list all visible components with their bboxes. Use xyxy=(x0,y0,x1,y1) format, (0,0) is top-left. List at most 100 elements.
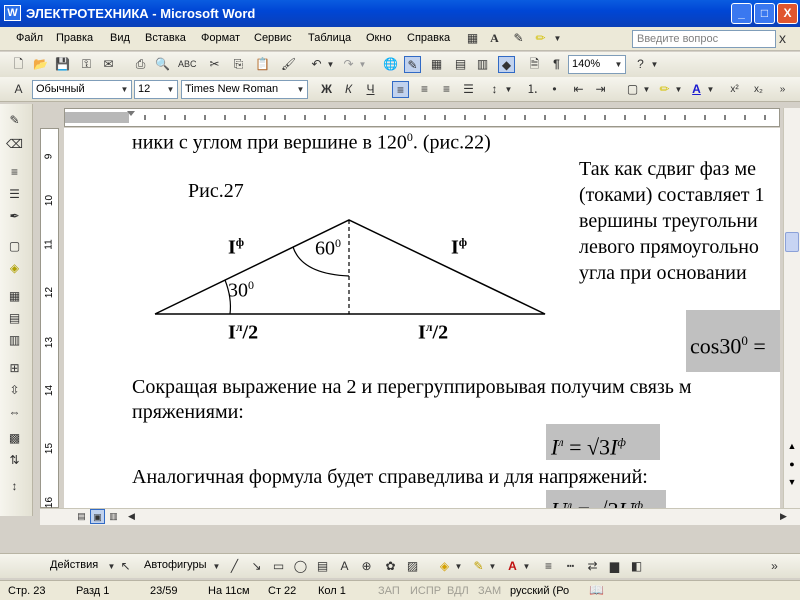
permission-icon[interactable]: ⚿ xyxy=(78,56,95,73)
insert-excel-icon[interactable]: ▤ xyxy=(452,56,469,73)
show-formatting-icon[interactable]: ¶ xyxy=(548,56,565,73)
3d-icon[interactable]: ◧ xyxy=(628,558,645,575)
next-page-icon[interactable]: ▼ xyxy=(785,474,799,490)
styles-pane-icon[interactable]: A xyxy=(10,81,27,98)
text-box-icon[interactable]: ▤ xyxy=(314,558,331,575)
font-select[interactable]: Times New Roman ▼ xyxy=(181,80,308,99)
numbering-icon[interactable]: ⒈ xyxy=(524,81,541,98)
bullets-icon[interactable]: • xyxy=(546,81,563,98)
decrease-indent-icon[interactable]: ⇤ xyxy=(570,81,587,98)
text-direction-icon[interactable]: ⇅ xyxy=(6,452,23,469)
paste-icon[interactable]: 📋 xyxy=(254,56,271,73)
font-size-up-icon[interactable]: A xyxy=(486,30,503,47)
insert-table-icon[interactable]: ▦ xyxy=(428,56,445,73)
minimize-button[interactable]: _ xyxy=(731,3,752,24)
chevron-down-icon[interactable]: ▼ xyxy=(208,558,225,575)
zoom-select[interactable]: 140% ▼ xyxy=(568,55,626,74)
select-pointer-icon[interactable]: ↖ xyxy=(117,558,134,575)
menu-format[interactable]: Формат xyxy=(201,32,240,44)
title-bar[interactable]: W ЭЛЕКТРОТЕХНИКА - Microsoft Word _ □ X xyxy=(0,0,800,27)
menu-window[interactable]: Окно xyxy=(366,32,392,44)
chevron-down-icon[interactable]: ▼ xyxy=(670,81,687,98)
line-weight-icon[interactable]: ☰ xyxy=(6,186,23,203)
menu-help[interactable]: Справка xyxy=(407,32,450,44)
wordart-icon[interactable]: A xyxy=(336,558,353,575)
align-center-icon[interactable]: ≡ xyxy=(416,81,433,98)
italic-button[interactable]: К xyxy=(340,81,357,98)
previous-page-icon[interactable]: ▲ xyxy=(785,438,799,454)
style-select[interactable]: Обычный ▼ xyxy=(32,80,132,99)
align-left-icon[interactable]: ≡ xyxy=(392,81,409,98)
normal-view-icon[interactable]: ▤ xyxy=(74,509,89,524)
superscript-icon[interactable]: x² xyxy=(726,81,743,98)
vertical-ruler[interactable]: 9 10 11 12 13 14 15 16 xyxy=(40,128,59,508)
dash-style-icon[interactable]: ┅ xyxy=(562,558,579,575)
vertical-scrollbar[interactable]: ▲ ● ▼ xyxy=(783,108,800,508)
increase-indent-icon[interactable]: ⇥ xyxy=(592,81,609,98)
shadow-icon[interactable]: ▆ xyxy=(606,558,623,575)
insert-table-icon[interactable]: ▦ xyxy=(464,30,481,47)
status-track[interactable]: ИСПР xyxy=(410,585,441,597)
sort-icon[interactable]: ↕ xyxy=(6,478,23,495)
chevron-down-icon[interactable]: ▼ xyxy=(638,81,655,98)
pen-check-icon[interactable]: ✎ xyxy=(510,30,527,47)
pencil-icon[interactable]: ✎ xyxy=(6,112,23,129)
chevron-down-icon[interactable]: ▼ xyxy=(518,558,535,575)
columns-icon[interactable]: ▥ xyxy=(474,56,491,73)
menu-view[interactable]: Вид xyxy=(110,32,130,44)
chevron-down-icon[interactable]: ▼ xyxy=(500,81,517,98)
chevron-down-icon[interactable]: ▼ xyxy=(702,81,719,98)
table-autoformat-icon[interactable]: ▩ xyxy=(6,430,23,447)
split-cells-icon[interactable]: ▥ xyxy=(6,332,23,349)
distribute-cols-icon[interactable]: ⇔ xyxy=(6,404,23,421)
document-map-icon[interactable]: 🗎 xyxy=(526,56,543,73)
menu-tools[interactable]: Сервис xyxy=(254,32,292,44)
subscript-icon[interactable]: x₂ xyxy=(750,81,767,98)
eraser-icon[interactable]: ⌫ xyxy=(6,136,23,153)
bold-button[interactable]: Ж xyxy=(318,81,335,98)
autoshapes-menu[interactable]: Автофигуры xyxy=(144,559,207,571)
distribute-rows-icon[interactable]: ⇳ xyxy=(6,382,23,399)
toolbar-options-icon[interactable]: » xyxy=(766,558,783,575)
arrow-tool-icon[interactable]: ↘ xyxy=(248,558,265,575)
scroll-right-icon[interactable]: ▶ xyxy=(776,509,791,524)
border-color-icon[interactable]: ✒ xyxy=(6,208,23,225)
redo-dropdown-icon[interactable]: ▼ xyxy=(354,56,371,73)
status-extend[interactable]: ВДЛ xyxy=(447,585,469,597)
rectangle-tool-icon[interactable]: ▭ xyxy=(270,558,287,575)
menu-insert[interactable]: Вставка xyxy=(145,32,186,44)
status-record[interactable]: ЗАП xyxy=(378,585,400,597)
line-tool-icon[interactable]: ╱ xyxy=(226,558,243,575)
drawing-icon[interactable]: ◆ xyxy=(498,56,515,73)
chevron-down-icon[interactable]: ▼ xyxy=(549,30,566,47)
line-style-icon[interactable]: ≡ xyxy=(6,164,23,181)
word-app-icon[interactable]: W xyxy=(4,5,21,21)
oval-tool-icon[interactable]: ◯ xyxy=(292,558,309,575)
close-button[interactable]: X xyxy=(777,3,798,24)
arrow-style-icon[interactable]: ⇄ xyxy=(584,558,601,575)
diagram-icon[interactable]: ⊕ xyxy=(358,558,375,575)
spelling-icon[interactable]: ABC xyxy=(178,56,197,73)
chevron-down-icon[interactable]: ▼ xyxy=(646,56,663,73)
cos-formula-object[interactable]: cos300 = xyxy=(686,310,780,372)
chevron-down-icon[interactable]: ▼ xyxy=(484,558,501,575)
menu-file[interactable]: Файл xyxy=(16,32,43,44)
menu-edit[interactable]: Правка xyxy=(56,32,93,44)
undo-dropdown-icon[interactable]: ▼ xyxy=(322,56,339,73)
format-painter-icon[interactable]: 🖌 xyxy=(280,56,297,73)
toolbar-options-icon[interactable]: » xyxy=(774,81,791,98)
maximize-button[interactable]: □ xyxy=(754,3,775,24)
justify-icon[interactable]: ☰ xyxy=(460,81,477,98)
print-layout-icon[interactable]: ▥ xyxy=(106,509,121,524)
help-search-input[interactable]: Введите вопрос xyxy=(632,30,776,48)
print-icon[interactable]: ⎙ xyxy=(132,56,149,73)
cut-icon[interactable]: ✂ xyxy=(206,56,223,73)
border-icon[interactable]: ▢ xyxy=(6,238,23,255)
picture-icon[interactable]: ▨ xyxy=(404,558,421,575)
menu-table[interactable]: Таблица xyxy=(308,32,351,44)
horizontal-ruler[interactable] xyxy=(64,108,780,127)
hyperlink-icon[interactable]: 🌐 xyxy=(382,56,399,73)
email-icon[interactable]: ✉ xyxy=(100,56,117,73)
new-document-icon[interactable]: 🗋 xyxy=(10,56,27,73)
align-cell-icon[interactable]: ⊞ xyxy=(6,360,23,377)
